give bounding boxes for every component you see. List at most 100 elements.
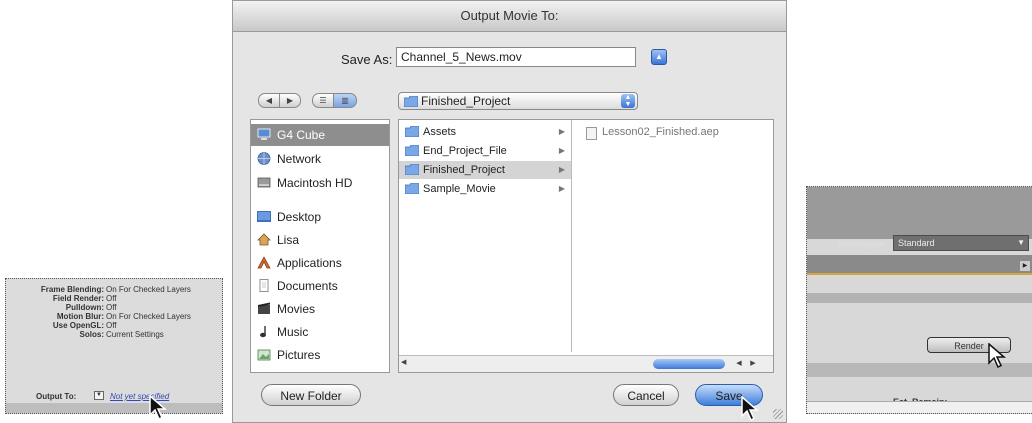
- setting-label: Solos:: [79, 330, 104, 339]
- setting-row-pulldown: Pulldown: Off: [6, 303, 206, 312]
- save-as-field[interactable]: [396, 47, 636, 67]
- panel-menu-arrow-icon[interactable]: ▶: [1020, 261, 1030, 271]
- column-view-icon: ▥: [341, 96, 349, 105]
- folder-icon: [405, 183, 419, 194]
- save-as-label: Save As:: [341, 52, 393, 67]
- setting-label: Pulldown:: [65, 303, 104, 312]
- scroll-thumb[interactable]: [653, 359, 725, 369]
- setting-value: On For Checked Layers: [106, 285, 191, 294]
- render-settings-panel: Frame Blending: On For Checked Layers Fie…: [5, 278, 223, 421]
- documents-icon: [259, 279, 269, 292]
- workspace-select[interactable]: Standard ▼: [893, 235, 1029, 251]
- back-button[interactable]: ◀: [258, 93, 280, 108]
- setting-row-use-opengl: Use OpenGL: Off: [6, 321, 206, 330]
- sidebar-item-label: Documents: [277, 279, 338, 293]
- folder-icon: [405, 164, 419, 175]
- sidebar-item-label: Lisa: [277, 233, 300, 247]
- workspace-label: Workspace:: [837, 239, 888, 249]
- browser-column-2: Lesson02_Finished.aep: [572, 120, 772, 352]
- setting-row-solos: Solos: Current Settings: [6, 330, 206, 339]
- setting-label: Field Render:: [52, 294, 104, 303]
- setting-value: On For Checked Layers: [106, 312, 191, 321]
- save-dialog: Output Movie To: Save As: ▲ ◀ ▶ ☰ ▥ Fini…: [232, 0, 787, 423]
- folder-item-assets[interactable]: Assets ▶: [399, 123, 571, 141]
- sidebar-item-label: G4 Cube: [277, 128, 326, 142]
- disclosure-arrow-icon: ▶: [558, 165, 565, 174]
- desktop-icon: [257, 211, 271, 222]
- setting-value: Off: [106, 303, 117, 312]
- sidebar-item-movies[interactable]: Movies: [251, 298, 389, 320]
- sidebar-item-label: Applications: [277, 256, 342, 270]
- resize-grip[interactable]: [773, 409, 783, 419]
- file-browser: Assets ▶ End_Project_File ▶ Finished_Pro…: [398, 119, 774, 373]
- sidebar-item-applications[interactable]: Applications: [251, 252, 389, 274]
- sidebar-item-pictures[interactable]: Pictures: [251, 344, 389, 366]
- folder-label: Finished_Project: [423, 164, 505, 176]
- document-icon: [586, 127, 597, 140]
- forward-button[interactable]: ▶: [279, 93, 301, 108]
- sidebar-item-label: Network: [277, 152, 322, 166]
- sidebar-item-label: Pictures: [277, 348, 321, 362]
- list-view-icon: ☰: [319, 96, 327, 105]
- setting-label: Use OpenGL:: [52, 321, 104, 330]
- output-menu-button[interactable]: ▼: [94, 391, 104, 400]
- folder-label: Sample_Movie: [423, 183, 496, 195]
- sidebar-item-label: Music: [277, 325, 309, 339]
- setting-row-field-render: Field Render: Off: [6, 294, 206, 303]
- disclosure-arrow-icon: ▶: [558, 127, 565, 136]
- sidebar-item-label: Desktop: [277, 210, 322, 224]
- mouse-pointer-icon: [149, 395, 168, 421]
- dialog-title: Output Movie To:: [233, 1, 786, 32]
- pictures-icon: [257, 349, 271, 361]
- scroll-right-arrow-icon[interactable]: ▶: [747, 359, 759, 369]
- setting-row-frame-blending: Frame Blending: On For Checked Layers: [6, 285, 206, 294]
- sidebar-item-music[interactable]: Music: [251, 321, 389, 343]
- workspace-bar: [807, 187, 1032, 239]
- location-popup[interactable]: Finished_Project ▲ ▼: [398, 92, 638, 110]
- column-view-button[interactable]: ▥: [333, 93, 357, 108]
- scrollbar[interactable]: [6, 403, 222, 413]
- folder-item-end-project-file[interactable]: End_Project_File ▶: [399, 142, 571, 160]
- sidebar-item-desktop[interactable]: Desktop: [251, 206, 389, 228]
- cancel-button[interactable]: Cancel: [613, 384, 679, 406]
- list-view-button[interactable]: ☰: [312, 93, 334, 108]
- computer-icon: [257, 128, 271, 140]
- folder-item-sample-movie[interactable]: Sample_Movie ▶: [399, 180, 571, 198]
- disclosure-arrow-icon: ▶: [558, 146, 565, 155]
- sidebar-item-network[interactable]: Network: [251, 148, 389, 170]
- sidebar-item-label: Macintosh HD: [277, 176, 353, 190]
- folder-label: End_Project_File: [423, 145, 507, 157]
- mouse-pointer-icon: [988, 343, 1007, 369]
- new-folder-button[interactable]: New Folder: [261, 384, 361, 406]
- forward-arrow-icon: ▶: [286, 96, 294, 105]
- workspace-value: Standard: [898, 238, 935, 248]
- setting-value: Off: [106, 321, 117, 330]
- expand-dialog-button[interactable]: ▲: [651, 49, 667, 65]
- sidebar-item-documents[interactable]: Documents: [251, 275, 389, 297]
- sidebar: G4 Cube Network Macintosh HD Desktop Lis…: [250, 119, 390, 373]
- file-label: Lesson02_Finished.aep: [602, 126, 719, 138]
- setting-row-motion-blur: Motion Blur: On For Checked Layers: [6, 312, 206, 321]
- location-label: Finished_Project: [421, 94, 511, 108]
- folder-item-finished-project[interactable]: Finished_Project ▶: [399, 161, 571, 179]
- browser-column-1: Assets ▶ End_Project_File ▶ Finished_Pro…: [399, 120, 572, 352]
- setting-label: Frame Blending:: [40, 285, 104, 294]
- folder-label: Assets: [423, 126, 457, 138]
- sidebar-item-macintosh-hd[interactable]: Macintosh HD: [251, 172, 389, 194]
- render-queue-panel: Workspace: Standard ▼ ▶ Render Est. Rema…: [806, 186, 1032, 414]
- disclosure-arrow-icon: ▶: [558, 184, 565, 193]
- applications-icon: [257, 256, 271, 269]
- network-globe-icon: [257, 152, 271, 165]
- mouse-pointer-icon: [741, 396, 760, 422]
- scroll-left-arrow-icon[interactable]: ◀: [733, 359, 745, 369]
- sidebar-item-lisa[interactable]: Lisa: [251, 229, 389, 251]
- setting-value: Off: [106, 294, 117, 303]
- music-note-icon: [260, 326, 266, 338]
- hard-drive-icon: [257, 177, 271, 188]
- output-to-label: Output To:: [36, 392, 77, 401]
- folder-icon: [404, 96, 418, 107]
- file-item-lesson02[interactable]: Lesson02_Finished.aep: [586, 126, 719, 140]
- back-arrow-icon: ◀: [265, 96, 273, 105]
- horizontal-scrollbar[interactable]: ◀ ◀ ▶: [399, 355, 773, 372]
- sidebar-item-g4-cube[interactable]: G4 Cube: [251, 124, 389, 146]
